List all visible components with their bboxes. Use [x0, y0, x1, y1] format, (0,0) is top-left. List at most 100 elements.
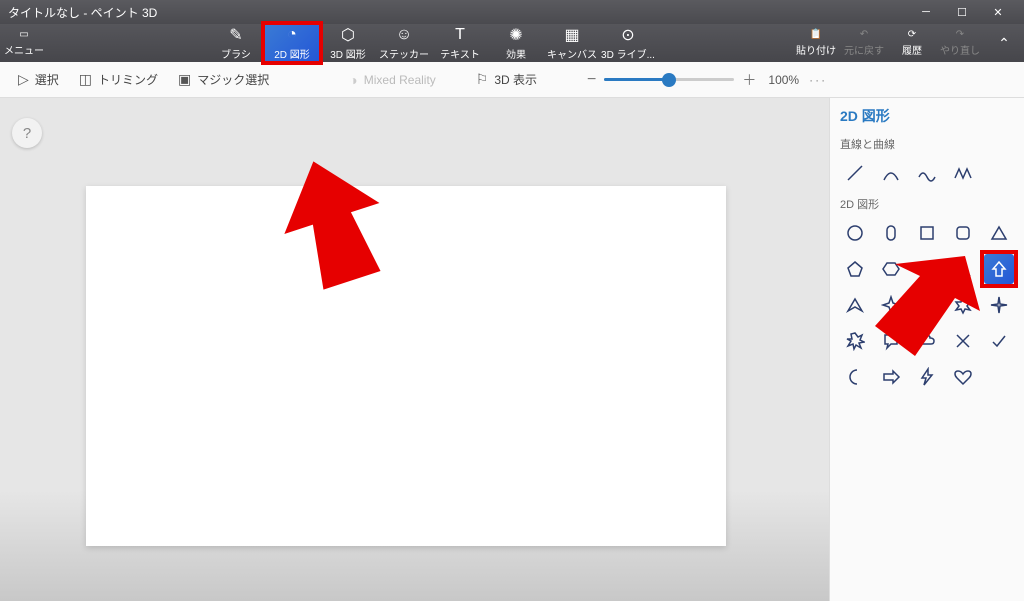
crop-icon: ◫: [79, 71, 92, 88]
star4-shape[interactable]: [876, 290, 906, 320]
mr-label: Mixed Reality: [364, 73, 436, 87]
callout-shape[interactable]: [876, 326, 906, 356]
sticker-icon: ☺: [396, 26, 412, 44]
tool-effect[interactable]: ✺ 効果: [488, 24, 544, 62]
tool-label: テキスト: [440, 46, 480, 61]
view3d-label: 3D 表示: [494, 71, 537, 88]
right-group: 📋 貼り付け ↶ 元に戻す ⟳ 履歴 ↷ やり直し ⌃: [792, 24, 1024, 62]
history-label: 履歴: [902, 42, 922, 57]
undo-label: 元に戻す: [844, 42, 884, 57]
paste-icon: 📋: [810, 29, 822, 40]
view-3d-button[interactable]: ⚐ 3D 表示: [466, 67, 547, 92]
slider-track[interactable]: [604, 78, 734, 81]
square-shape[interactable]: [912, 218, 942, 248]
zoom-in-button[interactable]: ＋: [742, 70, 756, 90]
canvas[interactable]: [86, 186, 726, 546]
panel-title: 2D 図形: [840, 106, 1014, 126]
secondary-toolbar: ▷ 選択 ◫ トリミング ▣ マジック選択 ◑ Mixed Reality ⚐ …: [0, 62, 1024, 98]
curve-shape[interactable]: [876, 158, 906, 188]
history-button[interactable]: ⟳ 履歴: [888, 24, 936, 62]
wave-shape[interactable]: [912, 158, 942, 188]
section-lines: 直線と曲線: [840, 136, 1014, 152]
tool-2d-shape[interactable]: ◔ 2D 図形: [264, 24, 320, 62]
tool-text[interactable]: T テキスト: [432, 24, 488, 62]
menu-icon: ▭: [19, 29, 28, 40]
tool-brush[interactable]: ✎ ブラシ: [208, 24, 264, 62]
cursor-icon: ▷: [18, 71, 29, 88]
tool-3d-library[interactable]: ⊙ 3D ライブ...: [600, 24, 656, 62]
cross-shape[interactable]: [948, 326, 978, 356]
text-icon: T: [455, 26, 465, 44]
shape3d-icon: ⬡: [341, 26, 355, 44]
main-area: ? 2D 図形 直線と曲線 2D 図形: [0, 98, 1024, 601]
section-2d: 2D 図形: [840, 196, 1014, 212]
tool-label: 3D 図形: [330, 46, 366, 61]
heart-shape[interactable]: [948, 362, 978, 392]
select-label: 選択: [35, 71, 59, 88]
trim-button[interactable]: ◫ トリミング: [69, 67, 168, 92]
line-shape[interactable]: [840, 158, 870, 188]
pentagon-shape[interactable]: [840, 254, 870, 284]
history-icon: ⟳: [908, 29, 916, 40]
magic-icon: ▣: [178, 71, 191, 88]
title-bar: タイトルなし - ペイント 3D ─ ☐ ✕: [0, 0, 1024, 24]
cloud-shape[interactable]: [912, 326, 942, 356]
main-toolbar: ▭ メニュー ✎ ブラシ ◔ 2D 図形 ⬡ 3D 図形 ☺ ステッカー T テ…: [0, 24, 1024, 62]
zoom-value: 100%: [768, 73, 799, 87]
arrow-up-shape[interactable]: [984, 254, 1014, 284]
minimize-button[interactable]: ─: [908, 0, 944, 24]
trim-label: トリミング: [98, 71, 158, 88]
select-button[interactable]: ▷ 選択: [8, 67, 69, 92]
undo-button[interactable]: ↶ 元に戻す: [840, 24, 888, 62]
canvas-area: ?: [0, 98, 829, 601]
brush-icon: ✎: [229, 26, 242, 44]
arrowhead-shape[interactable]: [840, 290, 870, 320]
redo-button[interactable]: ↷ やり直し: [936, 24, 984, 62]
magic-select-button[interactable]: ▣ マジック選択: [168, 67, 279, 92]
flag-icon: ⚐: [476, 71, 489, 88]
oval-shape[interactable]: [876, 218, 906, 248]
burst-shape[interactable]: [840, 326, 870, 356]
moon-shape[interactable]: [840, 362, 870, 392]
circle-shape[interactable]: [840, 218, 870, 248]
tool-canvas[interactable]: ▦ キャンバス: [544, 24, 600, 62]
help-button[interactable]: ?: [12, 118, 42, 148]
paste-label: 貼り付け: [796, 42, 836, 57]
menu-button[interactable]: ▭ メニュー: [0, 24, 48, 62]
maximize-button[interactable]: ☐: [944, 0, 980, 24]
hexagon-shape[interactable]: [876, 254, 906, 284]
undo-icon: ↶: [860, 29, 868, 40]
zoom-out-button[interactable]: −: [587, 71, 596, 89]
window-title: タイトルなし - ペイント 3D: [8, 4, 908, 21]
zoom-slider[interactable]: − ＋: [587, 70, 756, 90]
side-panel: 2D 図形 直線と曲線 2D 図形: [829, 98, 1024, 601]
tool-label: ブラシ: [221, 46, 251, 61]
redo-icon: ↷: [956, 29, 964, 40]
magic-label: マジック選択: [197, 71, 269, 88]
close-button[interactable]: ✕: [980, 0, 1016, 24]
expand-chevron[interactable]: ⌃: [984, 24, 1024, 62]
diamond-shape[interactable]: [912, 254, 942, 284]
star6-shape[interactable]: [948, 290, 978, 320]
star5-shape[interactable]: [912, 290, 942, 320]
check-shape[interactable]: [984, 326, 1014, 356]
canvas-icon: ▦: [564, 26, 579, 44]
bolt-shape[interactable]: [912, 362, 942, 392]
sparkle-shape[interactable]: [984, 290, 1014, 320]
paste-button[interactable]: 📋 貼り付け: [792, 24, 840, 62]
more-button[interactable]: ···: [809, 73, 827, 87]
tool-label: 効果: [506, 46, 526, 61]
tool-label: 2D 図形: [274, 46, 310, 61]
rounded-square-shape[interactable]: [948, 218, 978, 248]
triangle-shape[interactable]: [984, 218, 1014, 248]
arrow-right-shape[interactable]: [876, 362, 906, 392]
lib3d-icon: ⊙: [621, 26, 634, 44]
tool-sticker[interactable]: ☺ ステッカー: [376, 24, 432, 62]
right-triangle-shape[interactable]: [948, 254, 978, 284]
slider-thumb[interactable]: [662, 73, 676, 87]
tool-label: 3D ライブ...: [601, 46, 655, 61]
tool-3d-shape[interactable]: ⬡ 3D 図形: [320, 24, 376, 62]
zigzag-shape[interactable]: [948, 158, 978, 188]
mr-icon: ◑: [349, 72, 357, 88]
mixed-reality-button[interactable]: ◑ Mixed Reality: [339, 68, 446, 92]
